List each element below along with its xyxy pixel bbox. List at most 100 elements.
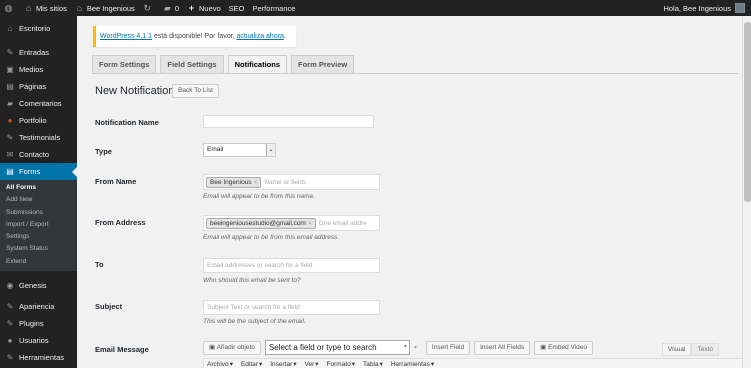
remove-token-icon[interactable]: × bbox=[308, 220, 312, 227]
from-address-description: Email will appear to be from this email … bbox=[203, 234, 340, 241]
tab-notifications[interactable]: Notifications bbox=[227, 55, 288, 74]
from-name-token[interactable]: Bee Ingenious × bbox=[206, 176, 262, 188]
updates-button[interactable]: ↻ bbox=[139, 0, 159, 16]
tab-field-settings[interactable]: Field Settings bbox=[160, 55, 224, 74]
sidebar-item-genesis[interactable]: ◉ Genesis bbox=[0, 277, 77, 294]
submenu-add-new[interactable]: Add New bbox=[0, 194, 77, 206]
submenu-settings[interactable]: Settings bbox=[0, 231, 77, 243]
forms-icon: ▤ bbox=[6, 167, 14, 176]
tab-text[interactable]: Texto bbox=[691, 343, 719, 356]
sidebar-item-label: Testimonials bbox=[19, 133, 61, 142]
menu-arrow-icon: ▾ bbox=[258, 361, 263, 368]
sidebar-item-label: Páginas bbox=[19, 82, 47, 91]
sidebar-item-paginas[interactable]: ▤ Páginas bbox=[0, 78, 77, 95]
page-scrollbar[interactable] bbox=[742, 16, 751, 368]
submenu-system-status[interactable]: System Status bbox=[0, 243, 77, 255]
insert-field-button[interactable]: Insert Field bbox=[425, 340, 471, 355]
sidebar-item-testimonials[interactable]: ✎ Testimonials bbox=[0, 129, 77, 146]
plugin-icon: ✎ bbox=[6, 319, 14, 329]
notice-end: . bbox=[283, 33, 286, 40]
sidebar-item-herramientas[interactable]: ✎ Herramientas bbox=[0, 349, 77, 366]
brush-icon: ✎ bbox=[6, 302, 14, 312]
embed-video-button[interactable]: ▣ Embed Video bbox=[534, 340, 594, 355]
menu-arrow-icon: ▾ bbox=[315, 361, 319, 368]
sidebar-item-escritorio[interactable]: ⌂ Escritorio bbox=[0, 20, 77, 37]
performance-menu[interactable]: Performance bbox=[249, 0, 300, 16]
sidebar-item-plugins[interactable]: ✎ Plugins bbox=[0, 315, 77, 332]
sidebar-item-forms[interactable]: ▤ Forms bbox=[0, 163, 77, 180]
submenu-submissions[interactable]: Submissions bbox=[0, 207, 77, 219]
menu-ver[interactable]: Ver bbox=[305, 359, 315, 368]
tab-form-settings[interactable]: Form Settings bbox=[92, 55, 157, 74]
submenu-extend[interactable]: Extend bbox=[0, 256, 77, 268]
insert-all-fields-button[interactable]: Insert All Fields bbox=[474, 340, 531, 355]
sidebar-item-label: Escritorio bbox=[19, 24, 51, 33]
menu-tabla[interactable]: Tabla bbox=[363, 359, 379, 368]
sidebar-item-comentarios[interactable]: ▰ Comentarios bbox=[0, 95, 77, 112]
sidebar-item-label: Comentarios bbox=[19, 99, 62, 108]
from-address-token[interactable]: beeingeniousestudio@gmail.com × bbox=[206, 217, 316, 229]
media-icon: ▣ bbox=[209, 343, 217, 351]
notice-text: está disponible! Por favor, bbox=[152, 33, 237, 40]
add-media-label: Añadir objeto bbox=[216, 343, 255, 351]
wordpress-version-link[interactable]: WordPress 4.1.1 bbox=[100, 33, 152, 40]
forms-submenu: All Forms Add New Submissions Import / E… bbox=[0, 180, 77, 272]
from-name-placeholder: Name or fields bbox=[264, 178, 307, 186]
type-label: Type bbox=[95, 147, 112, 156]
sidebar-item-entradas[interactable]: ✎ Entradas bbox=[0, 44, 77, 61]
menu-arrow-icon: ▾ bbox=[229, 361, 233, 368]
from-address-field[interactable]: beeingeniousestudio@gmail.com × One email… bbox=[203, 215, 380, 231]
dashboard-icon: ⌂ bbox=[7, 24, 13, 33]
notification-name-input[interactable] bbox=[203, 115, 374, 128]
chevron-down-icon: ▾ bbox=[403, 344, 407, 350]
sidebar-item-label: Entradas bbox=[19, 48, 50, 57]
my-sites-menu[interactable]: ⌂ Mis sitios bbox=[20, 0, 71, 16]
to-input[interactable]: Email addresses or search for a field bbox=[203, 258, 380, 273]
sidebar-item-medios[interactable]: ▣ Medios bbox=[0, 61, 77, 78]
submenu-import-export[interactable]: Import / Export bbox=[0, 219, 77, 231]
back-to-list-button[interactable]: Back To List bbox=[172, 84, 219, 98]
menu-insertar[interactable]: Insertar bbox=[270, 359, 292, 368]
comments-button[interactable]: ▰ 0 bbox=[159, 0, 183, 16]
sidebar-item-contacto[interactable]: ✉ Contacto bbox=[0, 146, 77, 163]
remove-token-icon[interactable]: × bbox=[254, 179, 258, 186]
sidebar-item-portfolio[interactable]: ● Portfolio bbox=[0, 112, 77, 129]
sidebar-item-label: Herramientas bbox=[19, 353, 65, 363]
menu-editar[interactable]: Editar bbox=[241, 359, 258, 368]
sidebar-item-usuarios[interactable]: ● Usuarios bbox=[0, 332, 77, 349]
add-media-button[interactable]: ▣ Añadir objeto bbox=[203, 340, 261, 355]
from-name-description: Email will appear to be from this name. bbox=[203, 193, 315, 200]
from-name-field[interactable]: Bee Ingenious × Name or fields bbox=[203, 174, 380, 190]
scrollbar-thumb[interactable] bbox=[744, 22, 751, 202]
new-content-menu[interactable]: + Nuevo bbox=[183, 0, 225, 16]
tab-visual[interactable]: Visual bbox=[661, 343, 692, 356]
account-menu[interactable]: Hola, Bee Ingenious bbox=[663, 3, 751, 13]
subject-placeholder: Subject Text or search for a field bbox=[207, 304, 300, 311]
update-now-link[interactable]: actualiza ahora bbox=[236, 33, 283, 40]
site-name: Bee Ingenious bbox=[86, 3, 135, 13]
sidebar-item-label: Forms bbox=[19, 167, 41, 176]
type-select[interactable]: Email ⌄ bbox=[203, 143, 276, 157]
submenu-all-forms[interactable]: All Forms bbox=[0, 182, 77, 194]
seo-menu[interactable]: SEO bbox=[225, 0, 249, 16]
to-placeholder: Email addresses or search for a field bbox=[207, 262, 313, 269]
comment-count: 0 bbox=[174, 3, 179, 13]
sidebar-item-label: Medios bbox=[19, 65, 44, 74]
wordpress-icon: ◍ bbox=[4, 2, 13, 13]
editor-menubar: Archivo ▾ Editar ▾ Insertar ▾ Ver ▾ Formato ▾… bbox=[203, 358, 743, 368]
sidebar-item-label: Genesis bbox=[19, 281, 47, 291]
sidebar-item-apariencia[interactable]: ✎ Apariencia bbox=[0, 298, 77, 315]
refresh-icon: ↻ bbox=[143, 2, 152, 13]
tab-form-preview[interactable]: Form Preview bbox=[291, 55, 355, 74]
token-label: beeingeniousestudio@gmail.com bbox=[210, 219, 306, 227]
pin-icon: ✎ bbox=[6, 48, 14, 57]
menu-archivo[interactable]: Archivo bbox=[207, 359, 229, 368]
site-menu[interactable]: ⌂ Bee Ingenious bbox=[71, 0, 139, 16]
menu-herramientas[interactable]: Herramientas bbox=[391, 359, 430, 368]
menu-arrow-icon: ▾ bbox=[379, 361, 383, 368]
wordpress-logo[interactable]: ◍ bbox=[0, 0, 20, 16]
embed-video-label: Embed Video bbox=[548, 343, 588, 351]
field-search-select[interactable]: Select a field or type to search ▾ bbox=[264, 340, 410, 355]
subject-input[interactable]: Subject Text or search for a field bbox=[203, 300, 380, 315]
menu-formato[interactable]: Formato bbox=[327, 359, 351, 368]
